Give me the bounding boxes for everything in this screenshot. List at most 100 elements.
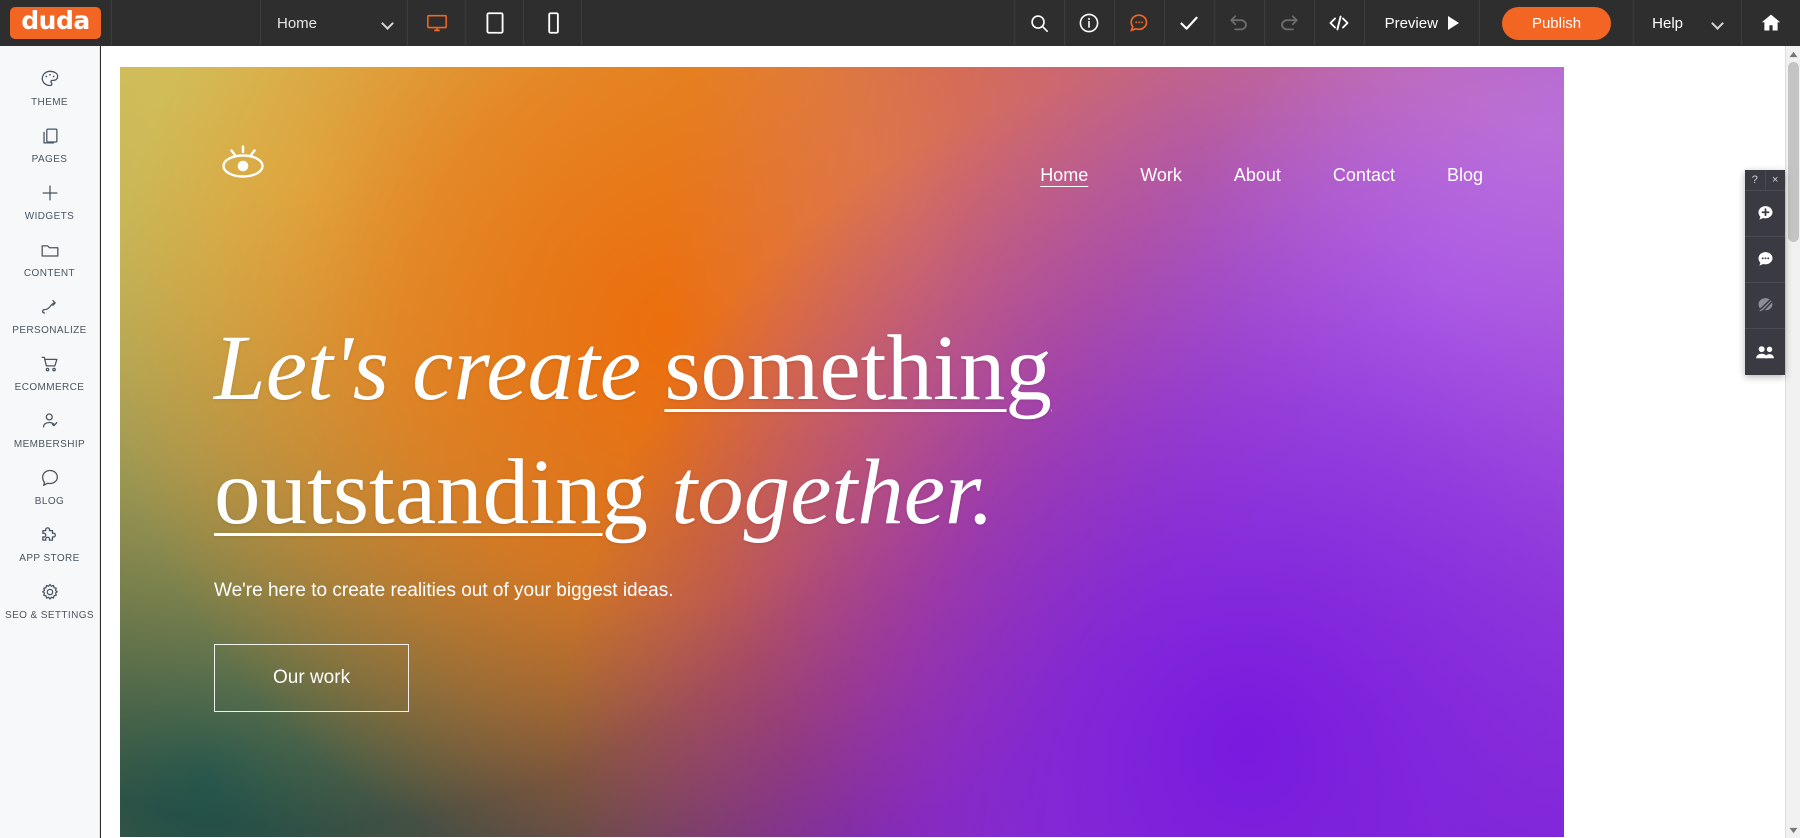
vertical-scrollbar[interactable]: [1785, 46, 1800, 838]
sidebar-item-pages[interactable]: PAGES: [0, 117, 99, 174]
device-tablet-button[interactable]: [466, 0, 524, 46]
home-button[interactable]: [1742, 0, 1800, 46]
sidebar-item-label: PAGES: [31, 154, 68, 165]
widget-header: ? ×: [1745, 170, 1785, 191]
hero-cta-button[interactable]: Our work: [214, 644, 410, 713]
sidebar-item-label: MEMBERSHIP: [13, 439, 86, 450]
chevron-down-icon: [383, 18, 393, 28]
sidebar-item-label: SEO & SETTINGS: [5, 610, 94, 621]
toolbar-center-gap: [582, 0, 1014, 46]
collaboration-widget: ? ×: [1745, 170, 1785, 375]
sidebar-item-label: PERSONALIZE: [12, 325, 87, 336]
sidebar-item-blog[interactable]: BLOG: [0, 459, 99, 516]
sidebar-item-membership[interactable]: MEMBERSHIP: [0, 402, 99, 459]
plus-icon: [41, 185, 58, 201]
people-group-icon: [1755, 345, 1774, 358]
sidebar-item-label: ECOMMERCE: [14, 382, 85, 393]
checkmark-icon: [1180, 16, 1198, 30]
redo-button[interactable]: [1263, 0, 1314, 46]
preview-button[interactable]: Preview: [1363, 0, 1480, 46]
sidebar-item-widgets[interactable]: WIDGETS: [0, 174, 99, 231]
shopping-cart-icon: [41, 356, 58, 372]
user-check-icon: [42, 413, 57, 428]
path-arrow-icon: [41, 299, 56, 314]
chat-bubble-icon: [1758, 252, 1772, 266]
hero-subheadline[interactable]: We're here to create realities out of yo…: [214, 580, 1264, 602]
sidebar-item-theme[interactable]: THEME: [0, 60, 99, 117]
chevron-down-icon: [1713, 18, 1723, 28]
comments-button[interactable]: [1113, 0, 1164, 46]
widget-help-button[interactable]: ?: [1745, 170, 1766, 190]
headline-part-1: Let's create: [214, 317, 665, 420]
puzzle-piece-icon: [41, 527, 56, 541]
duda-logo[interactable]: duda: [0, 0, 112, 46]
preview-label: Preview: [1384, 14, 1438, 32]
scroll-down-button[interactable]: [1786, 822, 1800, 838]
headline-part-3: outstanding: [214, 440, 648, 544]
device-desktop-button[interactable]: [408, 0, 466, 46]
home-icon: [1761, 14, 1781, 31]
caret-up-icon: [1789, 51, 1798, 57]
widget-collaborators-button[interactable]: [1745, 329, 1785, 375]
widget-close-button[interactable]: ×: [1766, 170, 1786, 190]
help-label: Help: [1652, 14, 1683, 32]
folder-icon: [41, 245, 58, 257]
sidebar-item-personalize[interactable]: PERSONALIZE: [0, 288, 99, 345]
palette-icon: [41, 70, 58, 87]
widget-add-comment-button[interactable]: [1745, 191, 1785, 237]
site-nav-link-about[interactable]: About: [1208, 165, 1307, 186]
sidebar-item-app-store[interactable]: APP STORE: [0, 516, 99, 573]
page-selector-label: Home: [277, 14, 318, 32]
hero-copy-block: Let's create something outstanding togeth…: [214, 307, 1264, 713]
left-sidebar: THEME PAGES WIDGETS CONTENT PERSONALIZE …: [0, 46, 100, 838]
sidebar-item-content[interactable]: CONTENT: [0, 231, 99, 288]
add-comment-icon: [1758, 206, 1772, 220]
site-logo[interactable]: [214, 138, 272, 191]
sidebar-item-label: BLOG: [34, 496, 65, 507]
sidebar-item-label: THEME: [31, 97, 68, 108]
scroll-up-button[interactable]: [1786, 46, 1800, 62]
caret-down-icon: [1789, 827, 1798, 833]
eye-logo-icon: [222, 145, 264, 178]
desktop-icon: [426, 14, 447, 32]
top-toolbar: duda Home Preview Publish Help: [0, 0, 1800, 46]
site-nav-link-contact[interactable]: Contact: [1307, 165, 1421, 186]
undo-arrow-icon: [1230, 15, 1247, 31]
sidebar-item-seo-settings[interactable]: SEO & SETTINGS: [0, 573, 99, 630]
site-nav-link-work[interactable]: Work: [1114, 165, 1208, 186]
hero-headline[interactable]: Let's create something outstanding togeth…: [214, 307, 1264, 554]
site-nav-link-blog[interactable]: Blog: [1421, 165, 1509, 186]
approve-button[interactable]: [1163, 0, 1214, 46]
widget-chat-button[interactable]: [1745, 237, 1785, 283]
duda-logo-text: duda: [10, 7, 101, 39]
search-button[interactable]: [1013, 0, 1064, 46]
site-nav-link-home[interactable]: Home: [1014, 165, 1114, 186]
redo-arrow-icon: [1281, 15, 1298, 31]
device-mobile-button[interactable]: [524, 0, 582, 46]
undo-button[interactable]: [1213, 0, 1264, 46]
duda-editor-window: duda Home Preview Publish Help THEME PAG…: [0, 0, 1800, 838]
publish-button[interactable]: Publish: [1501, 6, 1612, 40]
mobile-icon: [547, 12, 559, 34]
info-circle-icon: [1079, 13, 1099, 33]
search-icon: [1030, 14, 1048, 32]
scroll-thumb[interactable]: [1788, 62, 1799, 242]
tablet-icon: [485, 12, 504, 34]
canvas-padding: Home Work About Contact Blog Let's creat…: [120, 67, 1780, 838]
help-menu[interactable]: Help: [1633, 0, 1742, 46]
page-selector[interactable]: Home: [260, 0, 408, 46]
code-brackets-icon: [1329, 15, 1349, 31]
widget-hide-comments-button[interactable]: [1745, 283, 1785, 329]
sidebar-item-ecommerce[interactable]: ECOMMERCE: [0, 345, 99, 402]
info-button[interactable]: [1063, 0, 1114, 46]
headline-part-2: something: [664, 317, 1052, 420]
play-triangle-icon: [1447, 16, 1459, 30]
publish-cell: Publish: [1480, 0, 1633, 46]
speech-bubble-icon: [41, 469, 58, 486]
gear-icon: [41, 583, 58, 600]
code-button[interactable]: [1313, 0, 1364, 46]
toolbar-left-spacer: [112, 0, 260, 46]
sidebar-item-label: WIDGETS: [24, 211, 75, 222]
pages-stack-icon: [42, 128, 58, 144]
hero-section: Home Work About Contact Blog Let's creat…: [120, 67, 1564, 837]
